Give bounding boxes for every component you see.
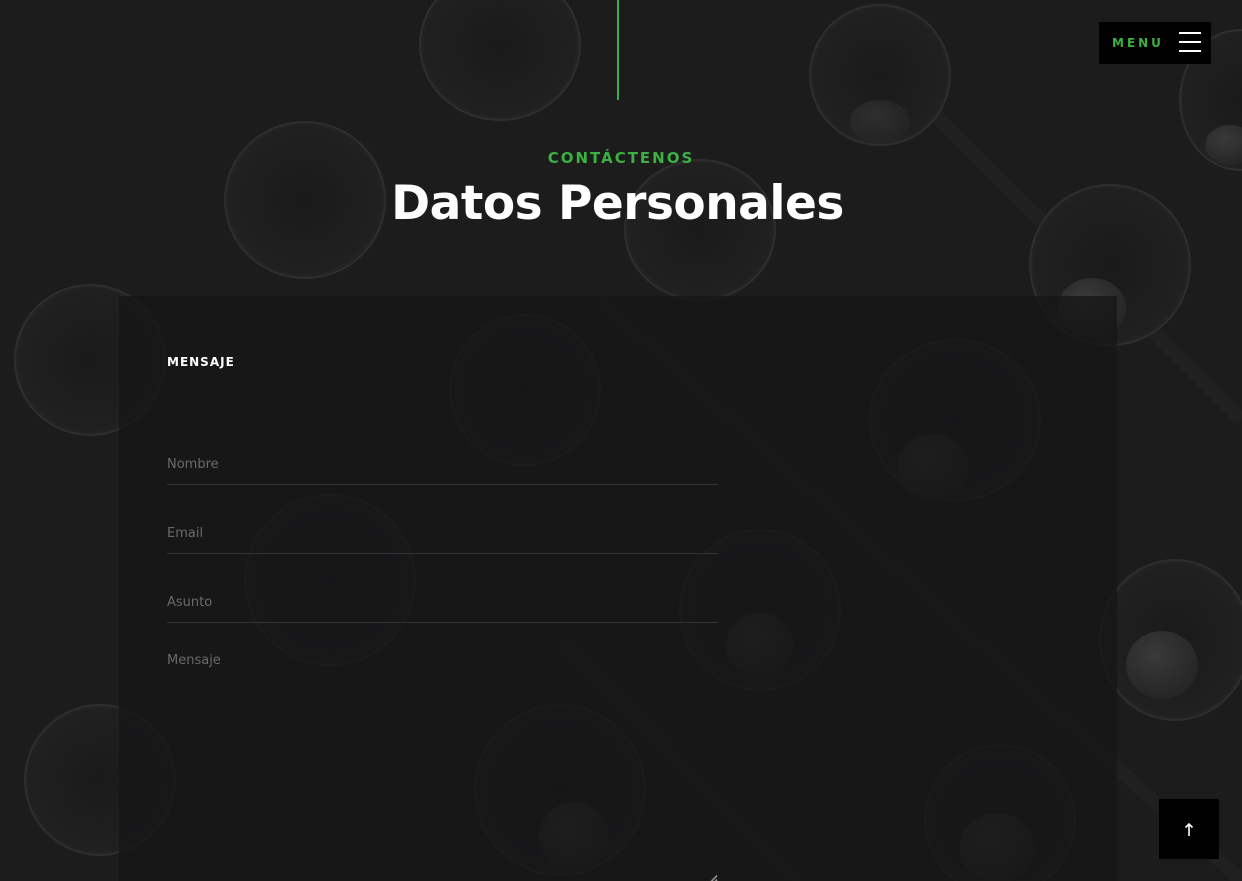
menu-button[interactable]: MENU (1099, 22, 1211, 64)
name-input[interactable] (167, 445, 718, 485)
message-textarea[interactable] (167, 651, 718, 881)
section-subtitle: CONTÁCTENOS (547, 149, 695, 167)
vertical-accent-line (617, 0, 619, 100)
scroll-to-top-button[interactable] (1159, 799, 1219, 859)
arrow-up-icon (1184, 822, 1194, 836)
subject-input[interactable] (167, 583, 718, 623)
resize-grip-icon[interactable] (707, 873, 717, 881)
hamburger-icon (1179, 32, 1201, 54)
menu-label: MENU (1112, 36, 1164, 50)
contact-page: MENU CONTÁCTENOS Datos Personales MENSAJ… (0, 0, 1242, 881)
email-input[interactable] (167, 514, 718, 554)
page-title: Datos Personales (391, 176, 844, 231)
form-heading: MENSAJE (167, 355, 235, 369)
contact-form-panel: MENSAJE (119, 296, 1117, 881)
